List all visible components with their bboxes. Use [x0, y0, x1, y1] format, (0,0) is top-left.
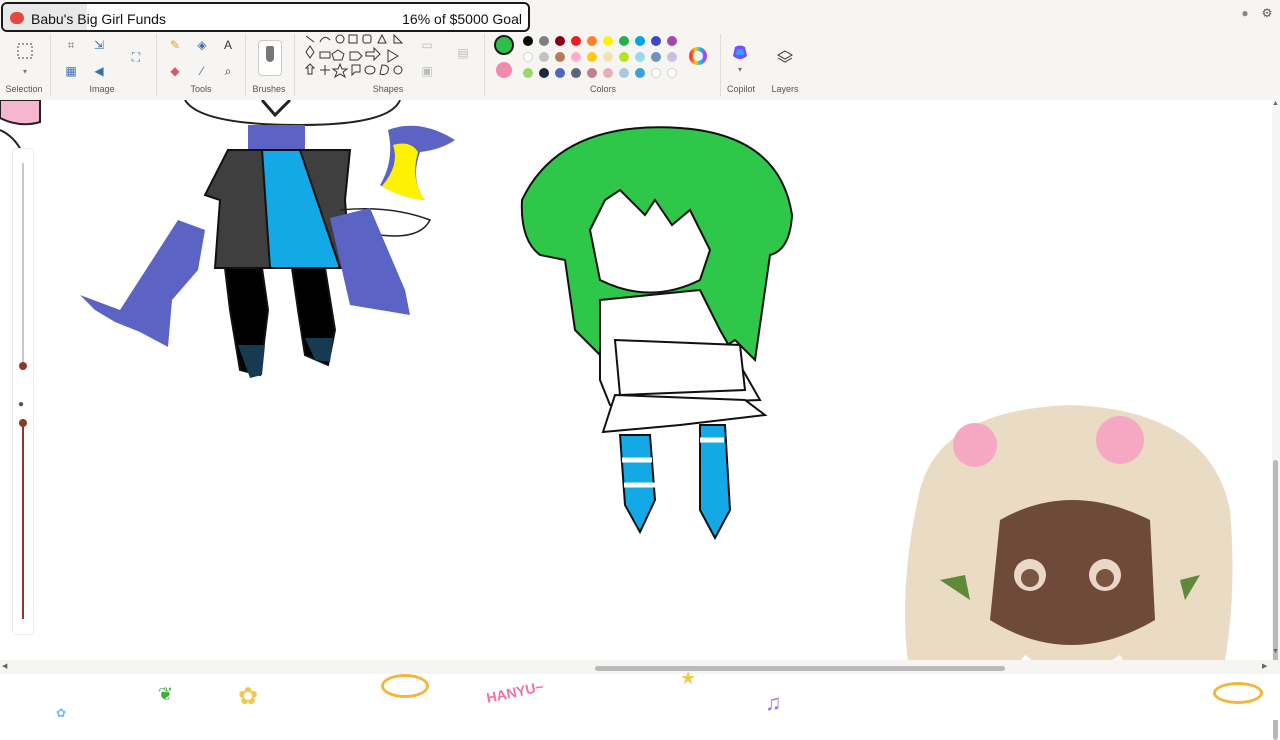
scroll-down-icon[interactable]: ▼	[1272, 648, 1279, 655]
shape-fill-icon[interactable]: ▣	[418, 62, 436, 80]
shapes-gallery-icons	[304, 33, 404, 79]
group-label-colors: Colors	[589, 84, 616, 94]
palette-swatch[interactable]	[587, 68, 597, 78]
palette-swatch[interactable]	[555, 52, 565, 62]
group-label-shapes: Shapes	[372, 84, 404, 94]
scroll-left-icon[interactable]: ◀	[2, 662, 7, 670]
palette-swatch[interactable]	[523, 68, 533, 78]
music-note-icon: ♫	[765, 690, 782, 715]
palette-swatch[interactable]	[603, 52, 613, 62]
palette-swatch[interactable]	[667, 68, 677, 78]
settings-gear-icon[interactable]: ⚙	[1258, 4, 1276, 22]
scroll-up-icon[interactable]: ▲	[1272, 100, 1279, 107]
palette-swatch[interactable]	[539, 68, 549, 78]
palette-swatch[interactable]	[539, 52, 549, 62]
fill-bucket-icon[interactable]: ◈	[193, 36, 211, 54]
shapes-gallery[interactable]	[302, 33, 410, 80]
shape-outline-icon[interactable]: ▭	[418, 36, 436, 54]
palette-swatch[interactable]	[651, 68, 661, 78]
group-label-selection: Selection	[5, 84, 43, 94]
secondary-color-swatch[interactable]	[496, 62, 512, 78]
color-picker-icon[interactable]: ⁄	[193, 62, 211, 80]
palette-swatch[interactable]	[571, 52, 581, 62]
palette-swatch[interactable]	[587, 36, 597, 46]
palette-swatch[interactable]	[571, 68, 581, 78]
donation-goal-bar: Babu's Big Girl Funds 16% of $5000 Goal	[1, 2, 530, 32]
flower-icon: ✿	[238, 683, 259, 710]
crop-icon[interactable]: ⌗	[62, 36, 80, 54]
palette-swatch[interactable]	[603, 68, 613, 78]
palette-swatch[interactable]	[555, 68, 565, 78]
palette-swatch[interactable]	[635, 68, 645, 78]
palette-swatch[interactable]	[619, 36, 629, 46]
group-label-image: Image	[89, 84, 115, 94]
goal-title: Babu's Big Girl Funds	[31, 11, 166, 27]
group-label-tools: Tools	[190, 84, 212, 94]
palette-swatch[interactable]	[555, 36, 565, 46]
palette-swatch[interactable]	[587, 52, 597, 62]
palette-swatch[interactable]	[571, 36, 581, 46]
resize-icon[interactable]: ⇲	[90, 36, 108, 54]
star-icon: ★	[680, 668, 697, 688]
eraser-icon[interactable]: ◆	[166, 62, 184, 80]
zoom-slider[interactable]: ●	[12, 148, 34, 635]
sprout-icon: ❦	[158, 684, 174, 704]
goal-amount: 16% of $5000 Goal	[402, 11, 522, 27]
palette-swatch[interactable]	[651, 52, 661, 62]
background-remove-icon[interactable]: ⛶	[127, 48, 145, 66]
palette-swatch[interactable]	[635, 36, 645, 46]
selection-rectangle-icon[interactable]	[16, 42, 34, 60]
notifications-icon[interactable]: ●	[1236, 4, 1254, 22]
horizontal-scrollbar[interactable]: ◀ ▶	[0, 660, 1280, 674]
layers-icon[interactable]	[776, 48, 794, 66]
shapes-expand-icon[interactable]: ▤	[454, 44, 472, 62]
opacity-track[interactable]	[22, 419, 24, 619]
brush-button[interactable]	[258, 40, 282, 76]
halo-ring-icon-right	[1213, 682, 1263, 704]
palette-swatch[interactable]	[619, 52, 629, 62]
sticker-text: HANYU~	[484, 678, 545, 706]
group-label-layers: Layers	[771, 84, 799, 94]
zoom-track-upper	[22, 163, 24, 363]
group-label-brushes: Brushes	[252, 84, 286, 94]
horizontal-scroll-thumb[interactable]	[595, 666, 1005, 671]
scroll-right-icon[interactable]: ▶	[1262, 662, 1267, 670]
palette-swatch[interactable]	[667, 52, 677, 62]
copilot-dropdown-icon[interactable]: ▾	[731, 60, 749, 78]
group-label-copilot: Copilot	[726, 84, 755, 94]
stream-overlay-strip: ❦ ✿ HANYU~ ★ ♫ ✿	[0, 668, 1280, 720]
rotate-icon[interactable]: ◀	[90, 62, 108, 80]
palette-swatch[interactable]	[523, 36, 533, 46]
palette-swatch[interactable]	[667, 36, 677, 46]
palette-swatch[interactable]	[523, 52, 533, 62]
zoom-thumb[interactable]	[19, 362, 27, 370]
magnifier-icon[interactable]: ⌕	[219, 62, 237, 80]
color-wheel-icon[interactable]	[689, 47, 707, 65]
palette-swatch[interactable]	[635, 52, 645, 62]
image-select-icon[interactable]: ▦	[62, 62, 80, 80]
small-flower-icon: ✿	[56, 706, 67, 720]
selection-dropdown-icon[interactable]: ▾	[16, 62, 34, 80]
opacity-thumb[interactable]	[19, 419, 27, 427]
palette-swatch[interactable]	[539, 36, 549, 46]
pencil-icon[interactable]: ✎	[166, 36, 184, 54]
palette-swatch[interactable]	[651, 36, 661, 46]
opacity-drop-icon: ●	[18, 399, 25, 410]
heart-icon	[10, 12, 24, 24]
palette-swatch[interactable]	[603, 36, 613, 46]
halo-ring-icon	[381, 674, 429, 698]
drawing-canvas[interactable]: ●	[0, 100, 1272, 720]
vertical-scrollbar[interactable]: ▲ ▼	[1272, 100, 1280, 740]
palette-swatch[interactable]	[619, 68, 629, 78]
primary-color-swatch[interactable]	[494, 35, 514, 55]
text-icon[interactable]: A	[219, 36, 237, 54]
brush-icon	[266, 46, 274, 62]
